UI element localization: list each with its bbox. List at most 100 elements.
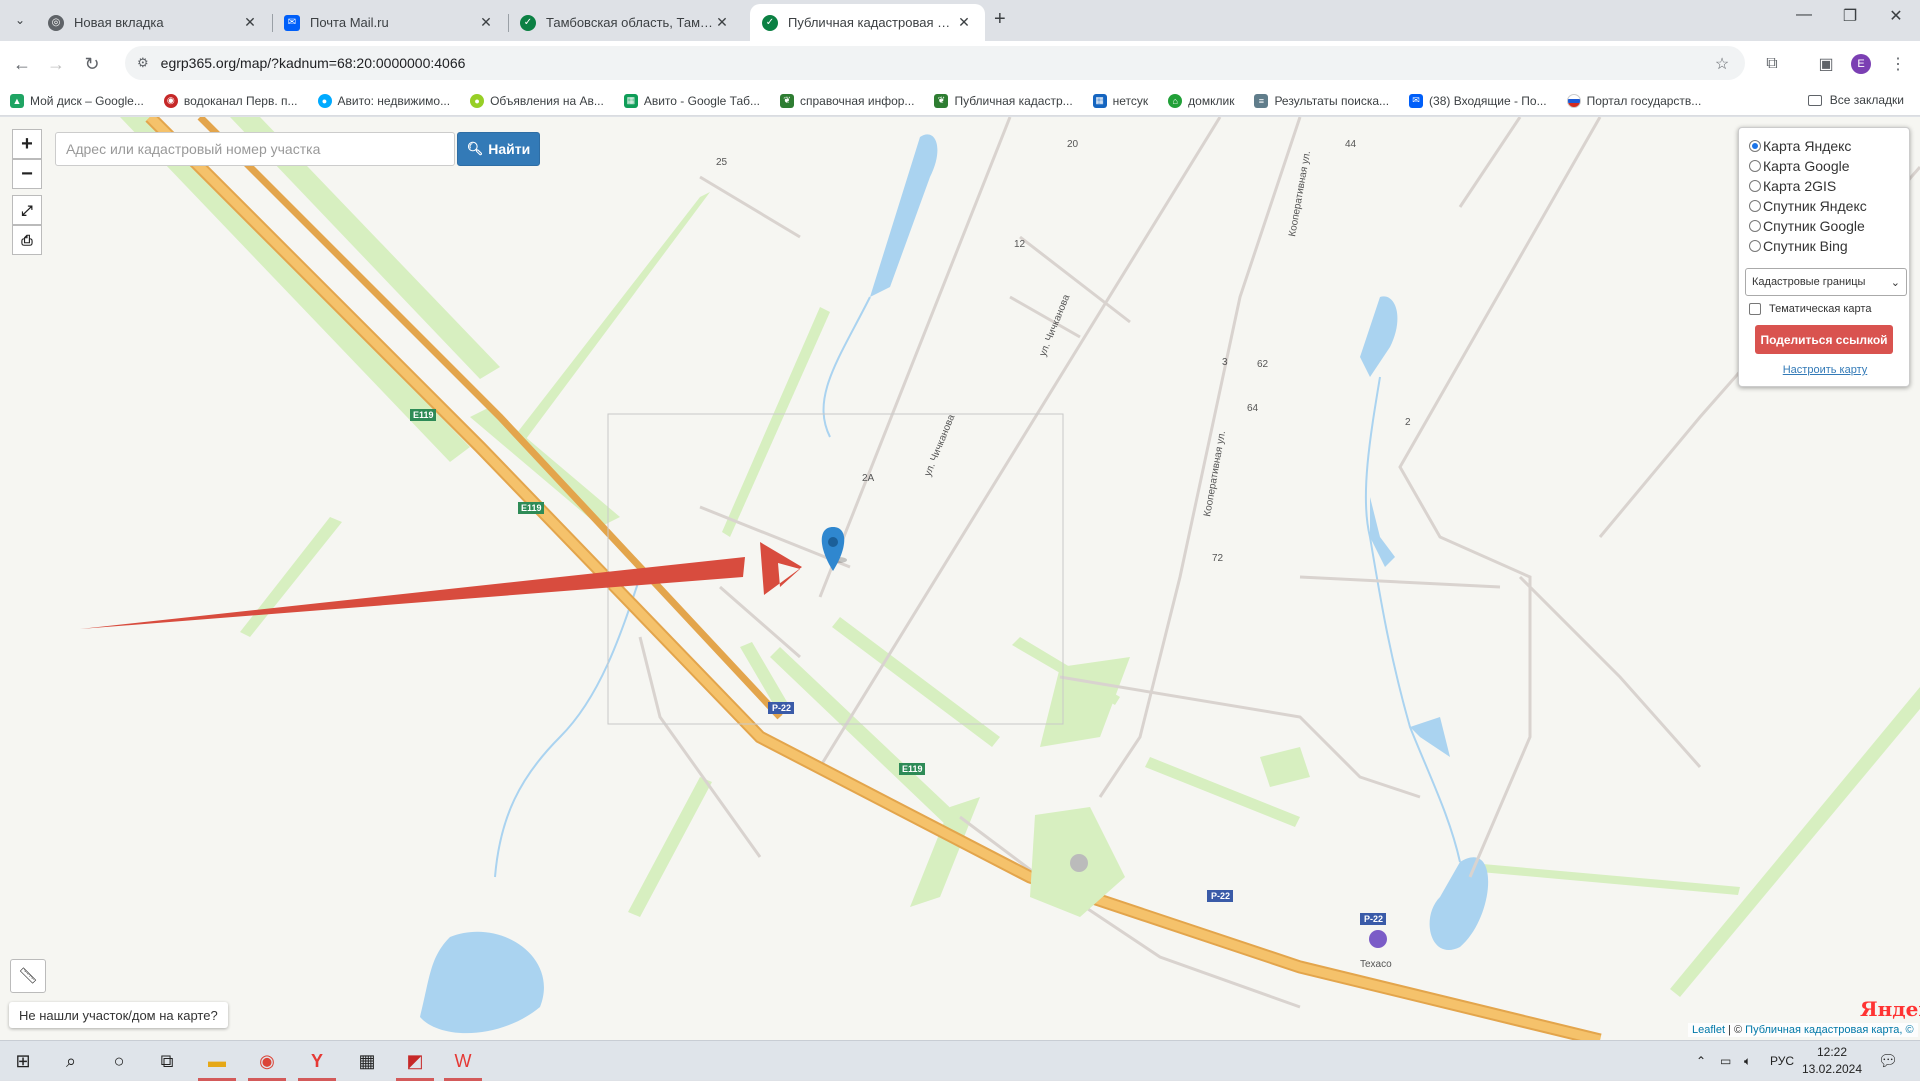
bookmark-item[interactable]: ✉ (38) Входящие - По... (1409, 93, 1547, 108)
bookmark-label: водоканал Перв. п... (183, 93, 298, 108)
image-editor-icon[interactable]: ◩ (392, 1041, 438, 1081)
radio[interactable] (1749, 160, 1761, 172)
map-canvas[interactable]: ул. Чичканова ул. Чичканова Кооперативна… (0, 117, 1920, 1040)
file-explorer-icon[interactable]: ▬ (194, 1041, 240, 1081)
zoom-in-button[interactable]: + (12, 129, 42, 159)
bookmark-label: Авито: недвижимо... (337, 93, 451, 108)
layer-yandex-satellite[interactable]: Спутник Яндекс (1749, 196, 1901, 216)
all-bookmarks-label: Все закладки (1829, 93, 1904, 107)
chrome-icon[interactable]: ◉ (244, 1041, 290, 1081)
new-tab-plus-icon[interactable]: + (994, 8, 1006, 31)
layer-google-satellite[interactable]: Спутник Google (1749, 216, 1901, 236)
leaflet-link[interactable]: Leaflet (1692, 1024, 1725, 1036)
layer-switcher: Карта Яндекс Карта Google Карта 2GIS Спу… (1738, 127, 1910, 387)
close-icon[interactable]: ✕ (713, 14, 731, 31)
wps-office-icon[interactable]: W (440, 1041, 486, 1081)
radio[interactable] (1749, 180, 1761, 192)
tab-tambov[interactable]: ✓ Тамбовская область, Тамбовс ✕ (508, 4, 743, 41)
bookmark-item[interactable]: ▦ Авито - Google Таб... (623, 93, 760, 108)
bookmark-star-icon[interactable]: ☆ (1708, 50, 1736, 78)
windows-start-icon[interactable]: ⊞ (0, 1041, 46, 1081)
bookmark-item[interactable]: Портал государств... (1566, 93, 1701, 108)
volume-icon[interactable]: 🔈︎ (1744, 1041, 1751, 1081)
bookmark-item[interactable]: ▲ Мой диск – Google... (10, 93, 144, 108)
search-icon: 🔍︎ (466, 141, 484, 156)
layer-yandex-map[interactable]: Карта Яндекс (1749, 136, 1901, 156)
language-indicator[interactable]: РУС (1770, 1041, 1794, 1081)
share-link-button[interactable]: Поделиться ссылкой (1755, 325, 1893, 354)
gas-station-icon[interactable] (1369, 930, 1387, 948)
bookmark-item[interactable]: ⌂ домклик (1168, 93, 1234, 108)
cadastral-link[interactable]: Публичная кадастровая карта, © (1745, 1024, 1913, 1036)
bookmark-item[interactable]: ◉ водоканал Перв. п... (163, 93, 298, 108)
forward-arrow-icon[interactable]: → (42, 50, 70, 78)
close-icon[interactable]: ✕ (477, 14, 495, 31)
tray-chevron-icon[interactable]: ⌃ (1696, 1041, 1706, 1081)
bookmark-item[interactable]: ● Авито: недвижимо... (317, 93, 451, 108)
tab-mail[interactable]: ✉ Почта Mail.ru ✕ (272, 4, 507, 41)
house-number: 44 (1345, 139, 1357, 150)
close-icon[interactable]: ✕ (241, 14, 259, 31)
extensions-icon[interactable]: ⧉ (1758, 50, 1786, 78)
search-icon[interactable]: ⌕ (48, 1041, 94, 1081)
layer-bing-satellite[interactable]: Спутник Bing (1749, 236, 1901, 256)
profile-avatar[interactable]: E (1851, 54, 1871, 74)
tab-search-chevron-icon[interactable]: ⌄ (8, 8, 32, 32)
calculator-icon[interactable]: ▦ (344, 1041, 390, 1081)
layer-2gis-map[interactable]: Карта 2GIS (1749, 176, 1901, 196)
address-bar[interactable]: ⚙ egrp365.org/map/?kadnum=68:20:0000000:… (125, 46, 1745, 80)
minimize-icon[interactable]: — (1784, 6, 1824, 24)
radio[interactable] (1749, 200, 1761, 212)
bookmark-item[interactable]: ● Объявления на Ав... (470, 93, 604, 108)
house-number: 20 (1067, 139, 1079, 150)
not-found-button[interactable]: Не нашли участок/дом на карте? (9, 1002, 228, 1028)
print-icon[interactable]: ⎙ (12, 225, 42, 255)
thematic-map-toggle[interactable]: Тематическая карта (1749, 303, 1901, 315)
all-bookmarks[interactable]: Все закладки (1807, 93, 1904, 107)
poi-icon[interactable] (1070, 854, 1088, 872)
radio[interactable] (1749, 140, 1761, 152)
mail-icon: ✉ (1409, 93, 1424, 108)
cortana-icon[interactable]: ○ (96, 1041, 142, 1081)
svg-text:P-22: P-22 (1364, 914, 1383, 924)
folder-icon (1807, 94, 1822, 106)
side-panel-icon[interactable]: ▣ (1812, 50, 1840, 78)
task-view-icon[interactable]: ⧉ (144, 1041, 190, 1081)
restore-icon[interactable]: ❐ (1830, 6, 1870, 26)
menu-dots-icon[interactable]: ⋮ (1884, 50, 1912, 78)
house-number: 2А (862, 473, 875, 484)
notifications-icon[interactable]: 💬︎ (1878, 1041, 1898, 1081)
ruler-icon[interactable]: 📏︎ (10, 959, 46, 993)
map-viewport[interactable]: ул. Чичканова ул. Чичканова Кооперативна… (0, 117, 1920, 1040)
radio[interactable] (1749, 240, 1761, 252)
bookmark-item[interactable]: ≡ Результаты поиска... (1254, 93, 1389, 108)
browser-toolbar: ← → ↻ ⚙ egrp365.org/map/?kadnum=68:20:00… (0, 41, 1920, 86)
back-arrow-icon[interactable]: ← (8, 50, 36, 78)
tab-new[interactable]: ◎ Новая вкладка ✕ (36, 4, 271, 41)
tab-cadastral-map[interactable]: ✓ Публичная кадастровая карта ✕ (750, 4, 985, 41)
bookmark-item[interactable]: ❦ Публичная кадастр... (934, 93, 1073, 108)
close-window-icon[interactable]: ✕ (1876, 6, 1916, 26)
configure-map-link[interactable]: Настроить карту (1749, 364, 1901, 376)
search-input[interactable] (55, 132, 455, 166)
yandex-browser-icon[interactable]: Y (294, 1041, 340, 1081)
house-number: 64 (1247, 403, 1259, 414)
svg-text:E119: E119 (521, 503, 542, 513)
fullscreen-icon[interactable]: ⤢ (12, 195, 42, 225)
zoom-out-button[interactable]: − (12, 159, 42, 189)
site-info-icon[interactable]: ⚙ (137, 55, 149, 71)
clock[interactable]: 12:22 13.02.2024 (1796, 1044, 1868, 1078)
radio[interactable] (1749, 220, 1761, 232)
url-text[interactable]: egrp365.org/map/?kadnum=68:20:0000000:40… (161, 55, 466, 71)
windows-taskbar: ⊞ ⌕ ○ ⧉ ▬ ◉ Y ▦ ◩ W ⌃ ▭ 🔈︎ РУС 12:22 13.0… (0, 1040, 1920, 1081)
network-icon[interactable]: ▭ (1720, 1041, 1731, 1081)
streams (494, 296, 1461, 878)
boundary-select[interactable]: Кадастровые границы ⌄ (1745, 268, 1907, 296)
layer-google-map[interactable]: Карта Google (1749, 156, 1901, 176)
bookmark-item[interactable]: ❦ справочная инфор... (780, 93, 914, 108)
close-icon[interactable]: ✕ (955, 14, 973, 31)
reload-icon[interactable]: ↻ (78, 50, 106, 78)
checkbox[interactable] (1749, 303, 1761, 315)
bookmark-item[interactable]: ▦ нетсук (1092, 93, 1148, 108)
find-button[interactable]: 🔍︎ Найти (457, 132, 540, 166)
